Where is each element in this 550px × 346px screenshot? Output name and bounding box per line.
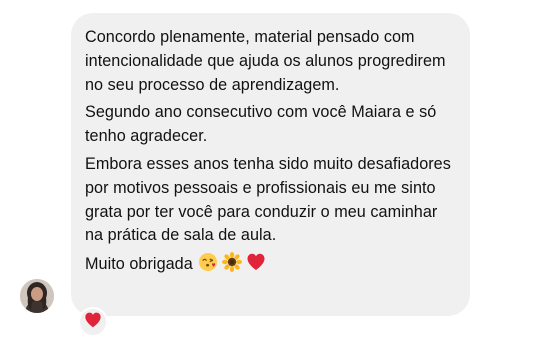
red-heart-icon: [246, 252, 266, 272]
sunflower-icon: [221, 252, 242, 273]
red-heart-icon: [84, 311, 102, 334]
message-paragraph-3: Embora esses anos tenha sido muito desaf…: [85, 154, 451, 245]
message-bubble[interactable]: Concordo plenamente, material pensado co…: [71, 13, 470, 316]
message-reaction[interactable]: [78, 307, 108, 337]
chat-thread: Concordo plenamente, material pensado co…: [0, 0, 550, 346]
message-paragraph-1: Concordo plenamente, material pensado co…: [85, 28, 446, 94]
face-blowing-kiss-icon: [198, 252, 218, 272]
sender-avatar[interactable]: [20, 279, 54, 313]
closing-emojis: [198, 252, 266, 273]
message-closing-line: Muito obrigada: [85, 252, 458, 277]
message-paragraph-2: Segundo ano consecutivo com você Maiara …: [85, 103, 437, 146]
avatar-photo: [20, 279, 54, 313]
message-closing-text: Muito obrigada: [85, 255, 193, 274]
